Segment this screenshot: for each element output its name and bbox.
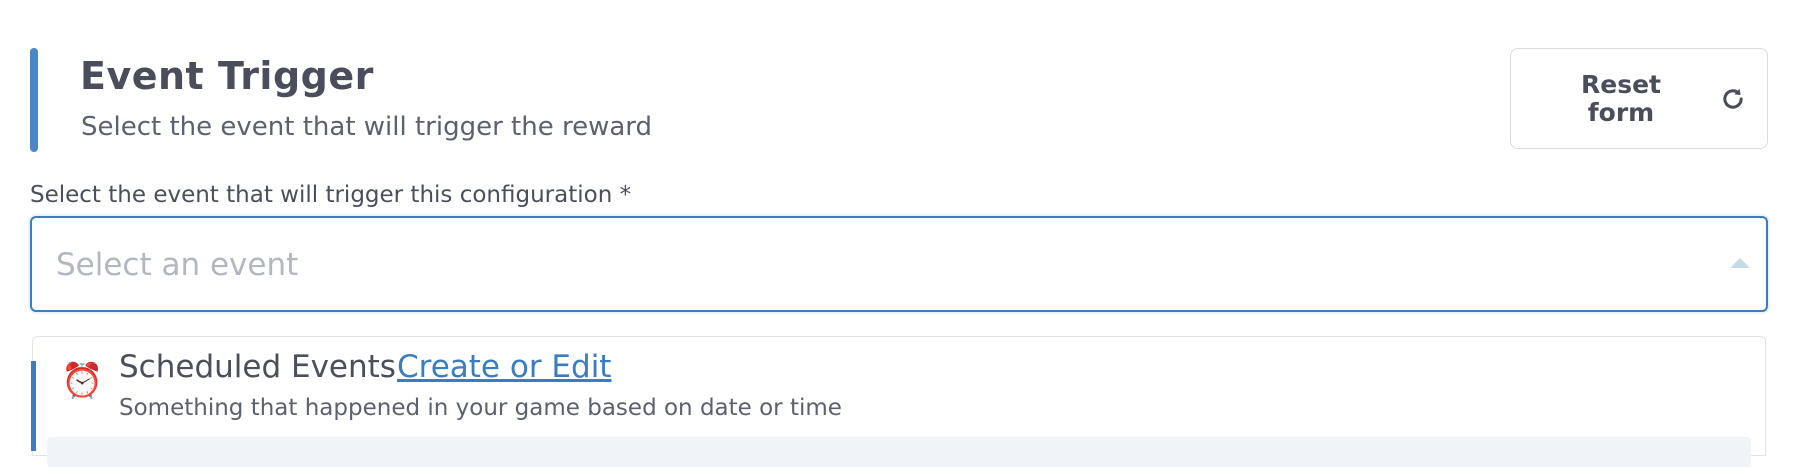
event-dropdown: ⏰ Scheduled Events Create or Edit Someth… [31,336,1766,467]
create-or-edit-link[interactable]: Create or Edit [397,349,611,385]
page-title: Event Trigger [80,54,374,98]
refresh-icon [1723,88,1743,109]
event-select-placeholder: Select an event [56,247,299,283]
dropdown-option[interactable] [47,437,1751,467]
dropdown-group-scheduled-events: ⏰ Scheduled Events Create or Edit Someth… [33,337,1765,437]
page-subtitle: Select the event that will trigger the r… [81,112,653,142]
group-title: Scheduled Events [119,349,396,385]
event-field-label: Select the event that will trigger this … [30,182,632,208]
section-header: Event Trigger Select the event that will… [30,48,1770,152]
reset-form-button[interactable]: Reset form [1510,48,1768,149]
header-accent-bar [30,48,38,152]
reset-form-label: Reset form [1581,70,1661,127]
event-select[interactable]: Select an event [30,216,1768,312]
group-description: Something that happened in your game bas… [119,395,842,421]
caret-up-icon[interactable] [1730,258,1750,268]
alarm-clock-icon: ⏰ [61,362,104,400]
